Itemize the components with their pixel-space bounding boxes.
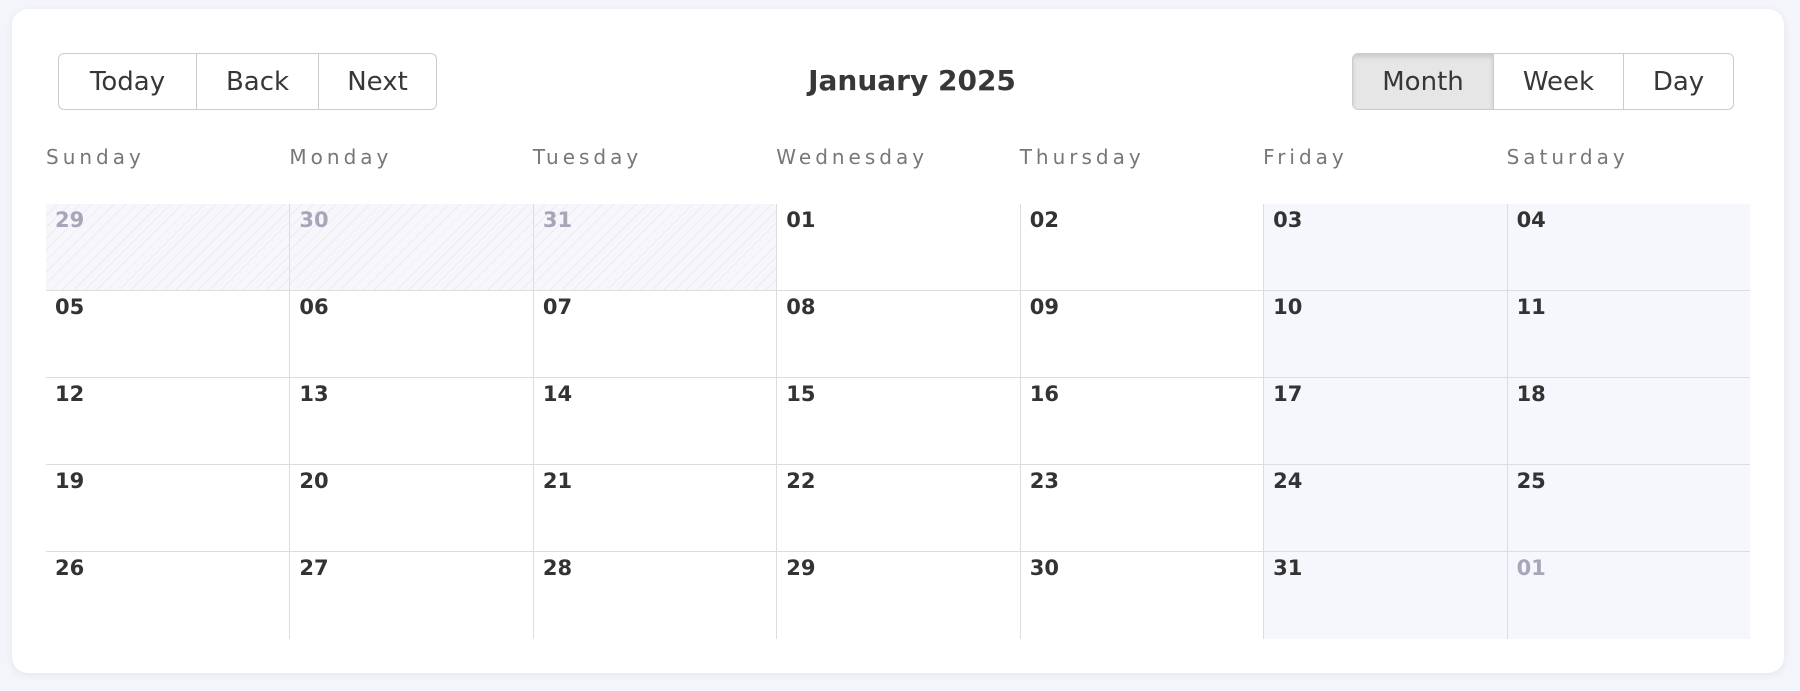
day-cell[interactable]: 12	[46, 378, 290, 465]
day-number[interactable]: 13	[299, 382, 328, 406]
day-number[interactable]: 01	[786, 208, 815, 232]
day-cell[interactable]: 25	[1506, 465, 1750, 552]
day-cell[interactable]: 30	[1019, 552, 1263, 639]
day-cell[interactable]: 20	[289, 465, 533, 552]
day-cell[interactable]: 29	[776, 552, 1019, 639]
day-cell[interactable]: 01	[776, 204, 1020, 291]
day-cell[interactable]: 31	[532, 204, 777, 291]
day-number[interactable]: 14	[543, 382, 572, 406]
day-number[interactable]: 15	[786, 382, 815, 406]
next-button[interactable]: Next	[318, 54, 436, 109]
today-button[interactable]: Today	[59, 54, 196, 109]
day-number[interactable]: 23	[1030, 469, 1059, 493]
day-number[interactable]: 26	[55, 556, 84, 580]
day-number[interactable]: 25	[1517, 469, 1546, 493]
day-cell[interactable]: 31	[1263, 552, 1507, 639]
weekday-header-friday: Friday	[1263, 145, 1348, 169]
day-cell[interactable]: 05	[46, 291, 290, 378]
day-number[interactable]: 01	[1517, 556, 1546, 580]
day-cell[interactable]: 09	[1019, 291, 1264, 378]
day-cell[interactable]: 15	[776, 378, 1020, 465]
weekday-header-saturday: Saturday	[1506, 145, 1629, 169]
day-number[interactable]: 17	[1273, 382, 1302, 406]
weekday-header-thursday: Thursday	[1019, 145, 1145, 169]
day-number[interactable]: 19	[55, 469, 84, 493]
day-cell[interactable]: 16	[1019, 378, 1264, 465]
day-cell[interactable]: 18	[1506, 378, 1750, 465]
day-view-button[interactable]: Day	[1623, 54, 1733, 109]
weekday-header-monday: Monday	[289, 145, 393, 169]
month-grid: 29 30 31 01 02 03 04 05 06 07 08 09 10 11 12 13 14 15 16 17…	[46, 204, 1750, 639]
day-cell[interactable]: 24	[1263, 465, 1507, 552]
day-number[interactable]: 08	[786, 295, 815, 319]
day-number[interactable]: 07	[543, 295, 572, 319]
day-cell[interactable]: 02	[1019, 204, 1264, 291]
day-cell[interactable]: 03	[1263, 204, 1507, 291]
month-view-button[interactable]: Month	[1353, 54, 1493, 109]
day-number[interactable]: 18	[1517, 382, 1546, 406]
day-number[interactable]: 29	[786, 556, 815, 580]
day-number[interactable]: 24	[1273, 469, 1302, 493]
day-cell[interactable]: 07	[532, 291, 777, 378]
day-number[interactable]: 30	[299, 208, 328, 232]
weekday-header-row: Sunday Monday Tuesday Wednesday Thursday Frid…	[46, 140, 1750, 174]
day-number[interactable]: 06	[299, 295, 328, 319]
day-number[interactable]: 30	[1030, 556, 1059, 580]
day-cell[interactable]: 01	[1506, 552, 1750, 639]
view-switcher: Month Week Day	[1352, 53, 1734, 110]
day-cell[interactable]: 22	[776, 465, 1020, 552]
day-number[interactable]: 02	[1030, 208, 1059, 232]
calendar-title: January 2025	[808, 64, 1016, 97]
day-number[interactable]: 16	[1030, 382, 1059, 406]
day-number[interactable]: 31	[1273, 556, 1302, 580]
day-cell[interactable]: 23	[1019, 465, 1264, 552]
day-cell[interactable]: 06	[289, 291, 533, 378]
day-number[interactable]: 03	[1273, 208, 1302, 232]
day-number[interactable]: 12	[55, 382, 84, 406]
week-view-button[interactable]: Week	[1493, 54, 1623, 109]
day-cell[interactable]: 21	[532, 465, 777, 552]
day-cell[interactable]: 19	[46, 465, 290, 552]
day-number[interactable]: 20	[299, 469, 328, 493]
day-cell[interactable]: 08	[776, 291, 1020, 378]
navigation-button-group: Today Back Next	[58, 53, 437, 110]
day-number[interactable]: 11	[1517, 295, 1546, 319]
day-number[interactable]: 28	[543, 556, 572, 580]
day-cell[interactable]: 17	[1263, 378, 1507, 465]
day-cell[interactable]: 28	[532, 552, 776, 639]
day-number[interactable]: 05	[55, 295, 84, 319]
day-cell[interactable]: 04	[1506, 204, 1750, 291]
day-cell[interactable]: 10	[1263, 291, 1507, 378]
day-cell[interactable]: 14	[532, 378, 777, 465]
weekday-header-sunday: Sunday	[46, 145, 145, 169]
day-cell[interactable]: 29	[46, 204, 290, 291]
day-number[interactable]: 22	[786, 469, 815, 493]
day-number[interactable]: 10	[1273, 295, 1302, 319]
day-number[interactable]: 21	[543, 469, 572, 493]
day-cell[interactable]: 30	[289, 204, 533, 291]
day-cell[interactable]: 13	[289, 378, 533, 465]
day-number[interactable]: 29	[55, 208, 84, 232]
day-cell[interactable]: 27	[289, 552, 532, 639]
weekday-header-tuesday: Tuesday	[532, 145, 643, 169]
back-button[interactable]: Back	[196, 54, 318, 109]
day-number[interactable]: 04	[1517, 208, 1546, 232]
day-number[interactable]: 31	[543, 208, 572, 232]
day-cell[interactable]: 26	[46, 552, 289, 639]
day-cell[interactable]: 11	[1506, 291, 1750, 378]
day-number[interactable]: 09	[1030, 295, 1059, 319]
weekday-header-wednesday: Wednesday	[776, 145, 929, 169]
day-number[interactable]: 27	[299, 556, 328, 580]
